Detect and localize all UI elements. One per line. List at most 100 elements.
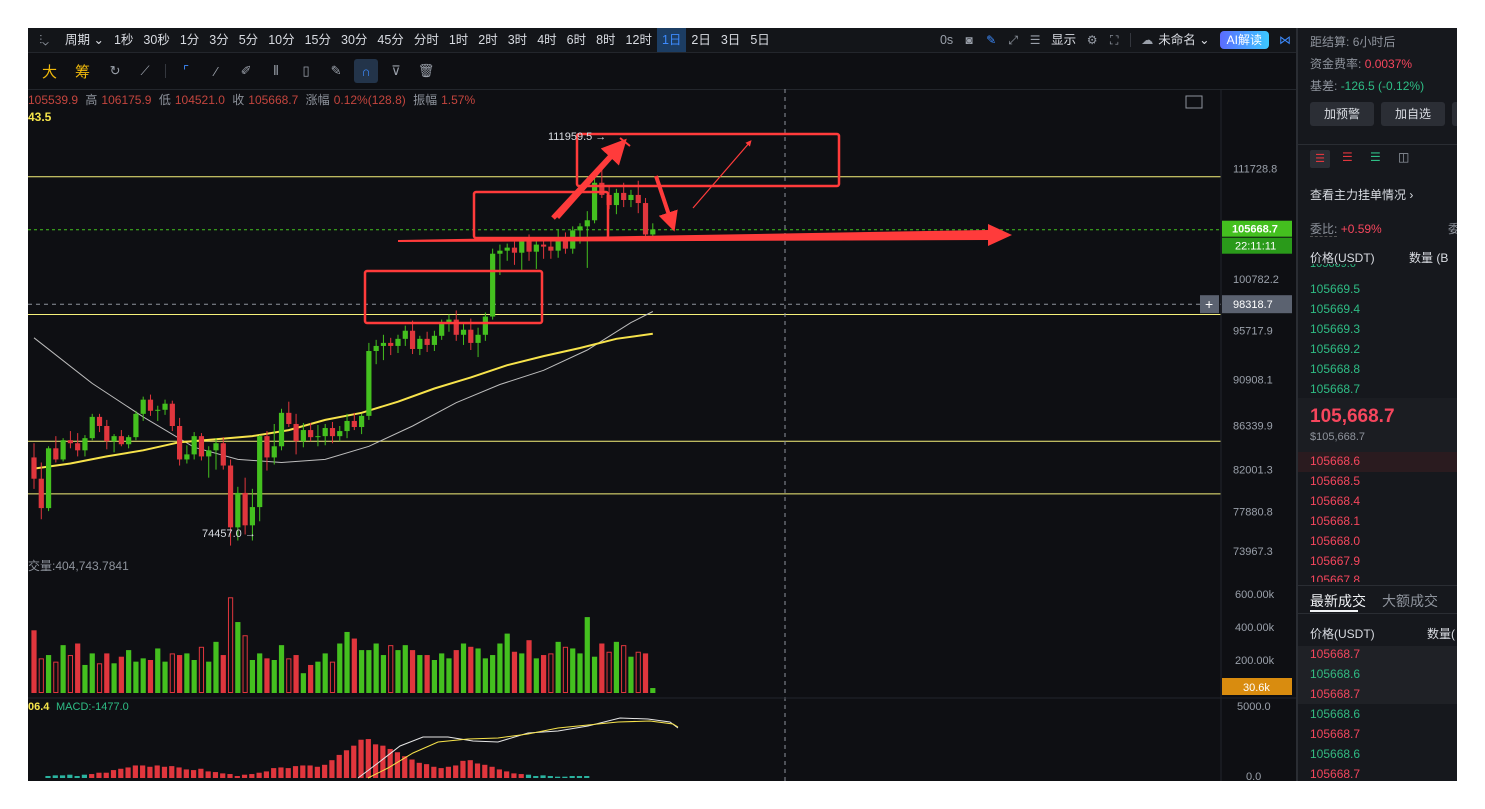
candle	[126, 435, 132, 449]
candle-body	[417, 338, 423, 349]
orderbook-chart-icon[interactable]: ◫	[1398, 150, 1409, 164]
candle-body	[548, 246, 554, 251]
candle	[562, 232, 569, 254]
macd-histogram-bar	[525, 774, 532, 778]
candle-body	[235, 492, 241, 528]
orderbook-bids-icon[interactable]: ☰	[1370, 150, 1381, 164]
price-chart[interactable]: 交量:404,743.7841 600.00k 400.00k 200.00k 30.6…	[28, 28, 1296, 781]
orderbook-row[interactable]: 105669.4	[1310, 302, 1360, 316]
volume-bar	[60, 645, 66, 693]
volume-bar	[344, 631, 350, 693]
candle-body	[213, 443, 219, 451]
tab-latest-trades[interactable]: 最新成交	[1310, 591, 1366, 611]
add-watchlist-button[interactable]: 加自选	[1381, 102, 1445, 126]
orderbook-both-icon[interactable]: ☰	[1310, 150, 1330, 168]
macd-histogram-bar	[125, 767, 131, 778]
candle	[388, 337, 394, 356]
orderbook-row[interactable]: 105668.4	[1310, 494, 1360, 508]
macd-histogram-bar	[241, 774, 248, 778]
volume-bar	[177, 655, 183, 693]
trade-row: 105668.6	[1310, 667, 1361, 681]
candle-body	[628, 194, 634, 200]
candle-body	[111, 436, 117, 442]
candle	[191, 432, 197, 460]
orderbook-row[interactable]: 105669.2	[1310, 342, 1360, 356]
volume-bar	[642, 653, 649, 693]
tab-large-trades[interactable]: 大额成交	[1382, 591, 1438, 611]
volume-bar	[453, 650, 459, 693]
main-orders-link[interactable]: 查看主力挂单情况 ›	[1310, 186, 1413, 203]
current-price-badge-text: 105668.7	[1232, 224, 1278, 236]
divider	[1298, 144, 1457, 145]
orderbook-row[interactable]: 105668.8	[1310, 362, 1360, 376]
candle	[264, 431, 270, 471]
orderbook-row-partial-bottom[interactable]: 105667.8	[1310, 574, 1360, 582]
candle	[482, 312, 488, 341]
candle-body	[424, 338, 430, 345]
up-arrow	[551, 138, 627, 220]
orderbook-row[interactable]: 105668.7	[1310, 382, 1360, 396]
candle-body	[519, 240, 525, 253]
volume-bar	[395, 650, 401, 693]
price-tick-label: 100782.2	[1233, 274, 1279, 286]
countdown-badge-text: 22:11:11	[1235, 241, 1276, 253]
macd-histogram-bar	[569, 776, 575, 778]
volume-bar	[329, 661, 336, 694]
volume-bar	[133, 661, 139, 693]
macd-histogram-bar	[555, 776, 561, 778]
candle-body	[242, 492, 248, 526]
volume-bar	[577, 653, 583, 693]
candle-body	[133, 413, 139, 438]
volume-bar	[235, 622, 241, 693]
volume-bar	[293, 655, 299, 693]
orderbook-row[interactable]: 105667.9	[1310, 554, 1360, 568]
candle	[45, 446, 52, 512]
macd-histogram-bar	[584, 776, 590, 778]
macd-histogram-bar	[343, 750, 350, 778]
trade-row: 105668.7	[1310, 687, 1361, 701]
macd-histogram-bar	[118, 768, 124, 778]
macd-prefix: 06.4	[28, 701, 50, 713]
orderbook-asks-icon[interactable]: ☰	[1342, 150, 1353, 164]
volume-bar	[373, 643, 379, 693]
candle	[38, 462, 44, 520]
candle-body	[162, 403, 168, 410]
volume-bar	[475, 648, 481, 693]
qty-header: 数量 (B	[1409, 251, 1449, 265]
candle-body	[227, 465, 234, 528]
volume-bar	[490, 655, 496, 693]
orderbook-row[interactable]: 105669.3	[1310, 322, 1360, 336]
candle	[628, 189, 634, 208]
candle	[366, 342, 372, 420]
volume-bar	[562, 646, 569, 693]
add-alert-button[interactable]: 加预警	[1310, 102, 1374, 126]
candle-body	[359, 415, 365, 428]
candle-body	[82, 438, 88, 451]
up-arrow-shadow	[556, 147, 622, 219]
candle-body	[402, 330, 408, 339]
macd-histogram-bar	[504, 771, 510, 778]
macd-histogram-bar	[547, 776, 553, 778]
more-button[interactable]	[1452, 102, 1457, 126]
orderbook-row[interactable]: 105668.0	[1310, 534, 1360, 548]
down-arrow	[654, 175, 678, 232]
orderbook-row-partial[interactable]: 105669.6	[1310, 264, 1356, 272]
orderbook-row[interactable]: 105668.6	[1310, 454, 1360, 468]
orderbook-row[interactable]: 105668.1	[1310, 514, 1360, 528]
candle-body	[621, 192, 627, 200]
volume-bar	[126, 650, 132, 693]
candle-body	[60, 440, 66, 460]
macd-histogram-bar	[67, 774, 73, 778]
candle-body	[315, 436, 321, 438]
orderbook-row[interactable]: 105668.5	[1310, 474, 1360, 488]
macd-histogram-bar	[351, 745, 357, 778]
candle	[337, 426, 343, 442]
macd-histogram-bar	[256, 772, 262, 778]
macd-histogram-bar	[336, 754, 342, 778]
candle	[460, 322, 467, 345]
candle-body	[184, 454, 190, 460]
candle-body	[584, 220, 590, 227]
volume-bar	[271, 660, 277, 693]
candle-body	[351, 420, 357, 428]
orderbook-row[interactable]: 105669.5	[1310, 282, 1360, 296]
